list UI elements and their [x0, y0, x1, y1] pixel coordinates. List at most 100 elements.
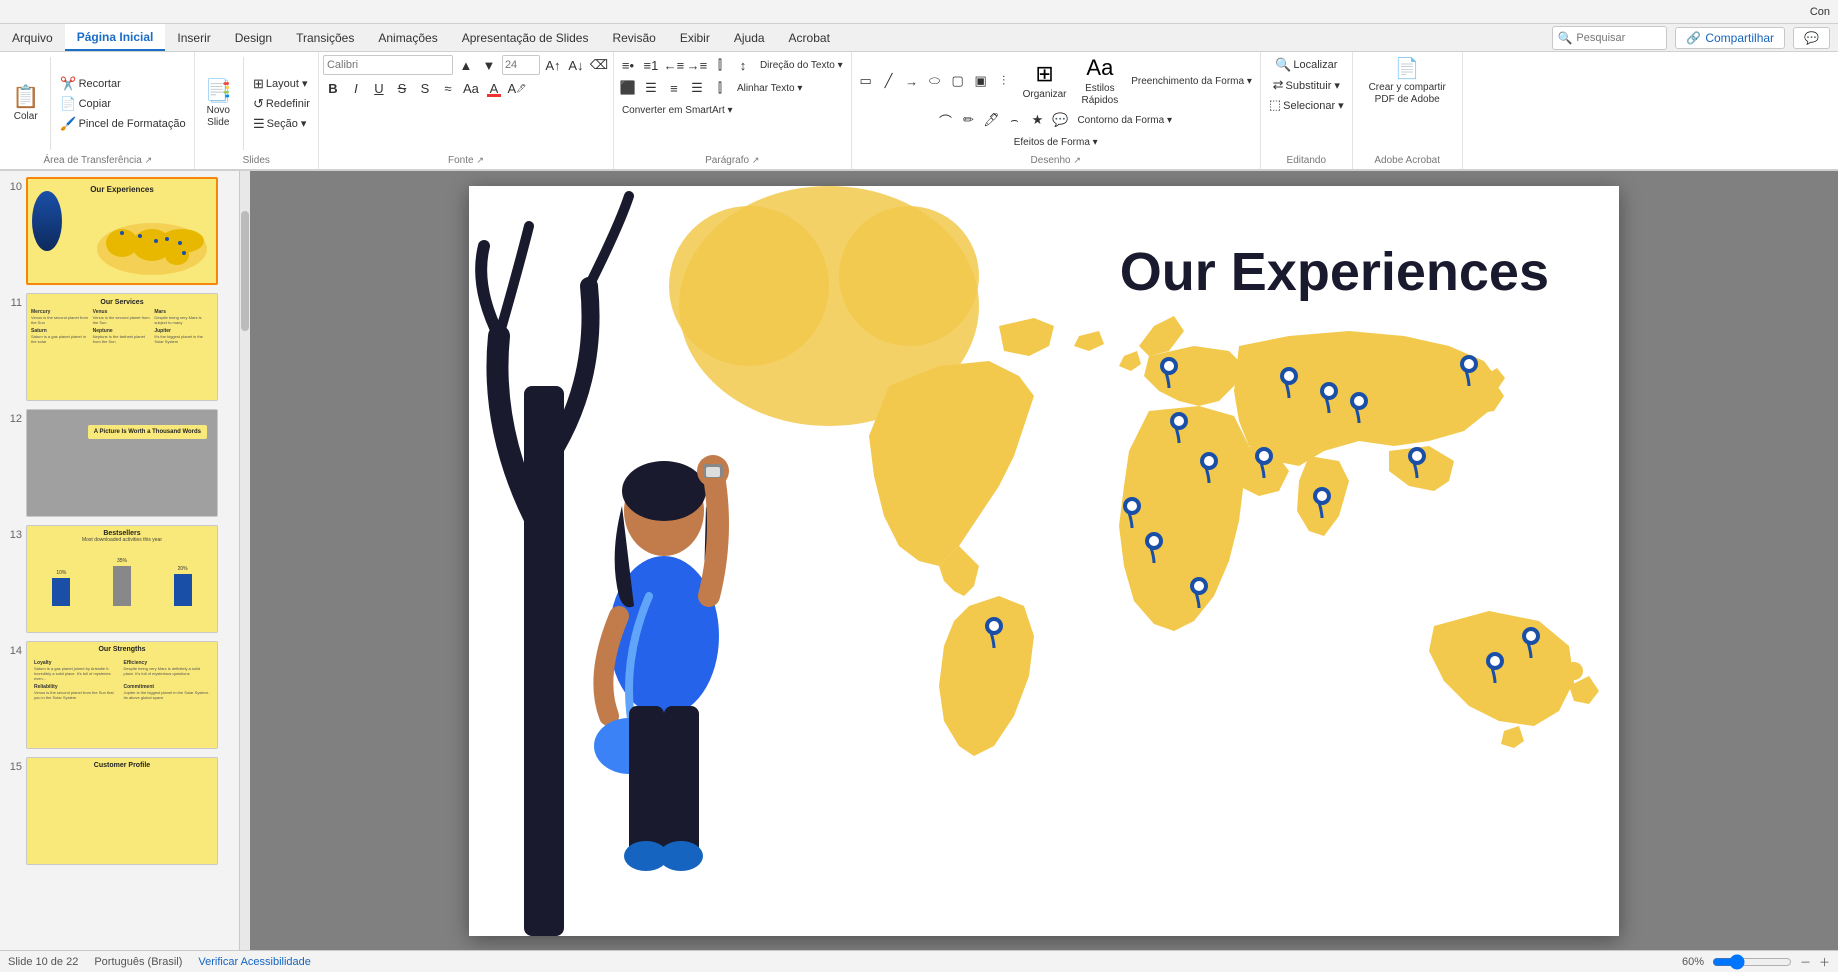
tab-exibir[interactable]: Exibir: [668, 24, 722, 51]
section-button[interactable]: ☰ Seção ▾: [249, 114, 314, 134]
direction-btn[interactable]: Direção do Texto ▾: [756, 56, 847, 74]
more-shapes-btn[interactable]: ⫶: [994, 71, 1014, 91]
font-color-btn[interactable]: A: [484, 78, 504, 98]
font-size-input[interactable]: [502, 55, 540, 75]
find-button[interactable]: 🔍 Localizar: [1271, 55, 1341, 75]
group-body-slides: 📑 NovoSlide ⊞ Layout ▾ ↺ Redefinir ☰: [199, 55, 314, 152]
highlight-btn[interactable]: A🖊: [507, 78, 527, 98]
increase-indent-btn[interactable]: →≡: [687, 55, 707, 75]
strikethrough-button[interactable]: S: [392, 78, 412, 98]
scroll-thumb[interactable]: [241, 211, 249, 331]
paste-button[interactable]: 📋 Colar: [6, 78, 45, 130]
freeform-btn[interactable]: ✏: [958, 110, 978, 130]
line-spacing-btn[interactable]: ↕: [733, 55, 753, 75]
line-btn[interactable]: ╱: [879, 71, 899, 91]
group-label-paragrafo: Parágrafo ↗: [618, 152, 847, 169]
underline-button[interactable]: U: [369, 78, 389, 98]
col2-btn[interactable]: ⫿: [710, 78, 730, 98]
zoom-out-btn[interactable]: －: [1800, 954, 1811, 970]
slide-thumb-14[interactable]: 14 Our Strengths LoyaltySaturn is a gas …: [4, 639, 235, 751]
new-slide-button[interactable]: 📑 NovoSlide: [199, 78, 238, 130]
decrease-indent-btn[interactable]: ←≡: [664, 55, 684, 75]
arc-btn[interactable]: ⌢: [1004, 110, 1024, 130]
format-painter-button[interactable]: 🖌️ Pincel de Formatação: [56, 114, 189, 134]
select-button[interactable]: ⬚ Selecionar ▾: [1265, 95, 1348, 115]
arrange-btn[interactable]: ⊞ Organizar: [1017, 55, 1073, 107]
tab-arquivo[interactable]: Arquivo: [0, 24, 65, 51]
replace-button[interactable]: ⇄ Substituir ▾: [1269, 75, 1344, 95]
fill-btn[interactable]: Preenchimento da Forma ▾: [1127, 72, 1256, 90]
clear-format-btn[interactable]: ⌫: [589, 55, 609, 75]
tab-design[interactable]: Design: [223, 24, 284, 51]
align-text-btn[interactable]: Alinhar Texto ▾: [733, 79, 806, 97]
rnd-rect-btn[interactable]: ▣: [971, 71, 991, 91]
slide-thumb-13[interactable]: 13 Bestsellers Most downloaded activitie…: [4, 523, 235, 635]
comment-button[interactable]: 💬: [1793, 27, 1830, 49]
bold-button[interactable]: B: [323, 78, 343, 98]
tab-inserir[interactable]: Inserir: [165, 24, 222, 51]
case-button[interactable]: Aa: [461, 78, 481, 98]
tab-animacoes[interactable]: Animações: [366, 24, 449, 51]
align-right-btn[interactable]: ≡: [664, 78, 684, 98]
spacing-button[interactable]: ≈: [438, 78, 458, 98]
slide-thumb-10[interactable]: 10 Our Experiences: [4, 175, 235, 287]
callout-btn[interactable]: 💬: [1050, 110, 1070, 130]
col-btn[interactable]: ⫿: [710, 55, 730, 75]
layout-button[interactable]: ⊞ Layout ▾: [249, 74, 314, 94]
outline-btn[interactable]: Contorno da Forma ▾: [1073, 111, 1176, 129]
ribbon: Arquivo Página Inicial Inserir Design Tr…: [0, 24, 1838, 171]
justify-btn[interactable]: ☰: [687, 78, 707, 98]
styles-btn[interactable]: Aa EstilosRápidos: [1076, 55, 1125, 107]
shadow-button[interactable]: S: [415, 78, 435, 98]
tab-ajuda[interactable]: Ajuda: [722, 24, 777, 51]
slide-num-14: 14: [6, 641, 22, 657]
statusbar: Slide 10 de 22 Português (Brasil) Verifi…: [0, 950, 1838, 972]
tab-revisao[interactable]: Revisão: [600, 24, 667, 51]
copy-button[interactable]: 📄 Copiar: [56, 94, 189, 114]
tab-pagina-inicial[interactable]: Página Inicial: [65, 24, 166, 51]
para-row1: ≡• ≡1 ←≡ →≡ ⫿ ↕ Direção do Texto ▾: [618, 55, 847, 75]
align-center-btn[interactable]: ☰: [641, 78, 661, 98]
font-size-arrow-down[interactable]: ▼: [479, 55, 499, 75]
font-size-arrow-up[interactable]: ▲: [456, 55, 476, 75]
ellipse-btn[interactable]: ⬭: [925, 71, 945, 91]
tab-apresentacao[interactable]: Apresentação de Slides: [450, 24, 601, 51]
arrow-btn[interactable]: →: [902, 71, 922, 91]
rect-btn[interactable]: ▭: [856, 71, 876, 91]
pencil-btn[interactable]: 🖊: [981, 110, 1001, 130]
search-input[interactable]: [1572, 28, 1662, 48]
increase-font-btn[interactable]: A↑: [543, 55, 563, 75]
zoom-slider[interactable]: [1712, 954, 1792, 970]
smartart-btn[interactable]: Converter em SmartArt ▾: [618, 101, 737, 119]
font-name-input[interactable]: [323, 55, 453, 75]
slide-thumb-15[interactable]: 15 Customer Profile: [4, 755, 235, 867]
tab-acrobat[interactable]: Acrobat: [777, 24, 842, 51]
tab-transicoes[interactable]: Transições: [284, 24, 366, 51]
adobe-icon: 📄: [1395, 57, 1420, 81]
ribbon-right-actions: 🔍 🔗 Compartilhar 💬: [1552, 26, 1838, 50]
group-paragrafo: ≡• ≡1 ←≡ →≡ ⫿ ↕ Direção do Texto ▾ ⬛ ☰ ≡…: [614, 52, 852, 169]
rect2-btn[interactable]: ▢: [948, 71, 968, 91]
decrease-font-btn[interactable]: A↓: [566, 55, 586, 75]
numbering-btn[interactable]: ≡1: [641, 55, 661, 75]
replace-icon: ⇄: [1273, 77, 1284, 93]
slide-canvas[interactable]: Our Experiences: [469, 186, 1619, 936]
bullets-btn[interactable]: ≡•: [618, 55, 638, 75]
thumb15-title: Customer Profile: [31, 762, 213, 769]
align-left-btn[interactable]: ⬛: [618, 78, 638, 98]
cut-button[interactable]: ✂️ Recortar: [56, 74, 189, 94]
reset-button[interactable]: ↺ Redefinir: [249, 94, 314, 114]
curve-btn[interactable]: ⌒: [935, 110, 955, 130]
accessibility-check[interactable]: Verificar Acessibilidade: [198, 956, 311, 968]
slide-thumb-11[interactable]: 11 Our Services MercuryVenus is the seco…: [4, 291, 235, 403]
slide-panel-scrollbar[interactable]: [240, 171, 250, 950]
search-area: 🔍: [1552, 26, 1667, 50]
star-btn[interactable]: ★: [1027, 110, 1047, 130]
adobe-pdf-button[interactable]: 📄 Crear y compartirPDF de Adobe: [1363, 55, 1452, 107]
zoom-in-btn[interactable]: ＋: [1819, 954, 1830, 970]
italic-button[interactable]: I: [346, 78, 366, 98]
thumb13-title: Bestsellers: [31, 530, 213, 537]
slide-thumb-12[interactable]: 12 A Picture Is Worth a Thousand Words: [4, 407, 235, 519]
effects-btn[interactable]: Efeitos de Forma ▾: [1010, 133, 1102, 151]
share-button[interactable]: 🔗 Compartilhar: [1675, 27, 1785, 49]
